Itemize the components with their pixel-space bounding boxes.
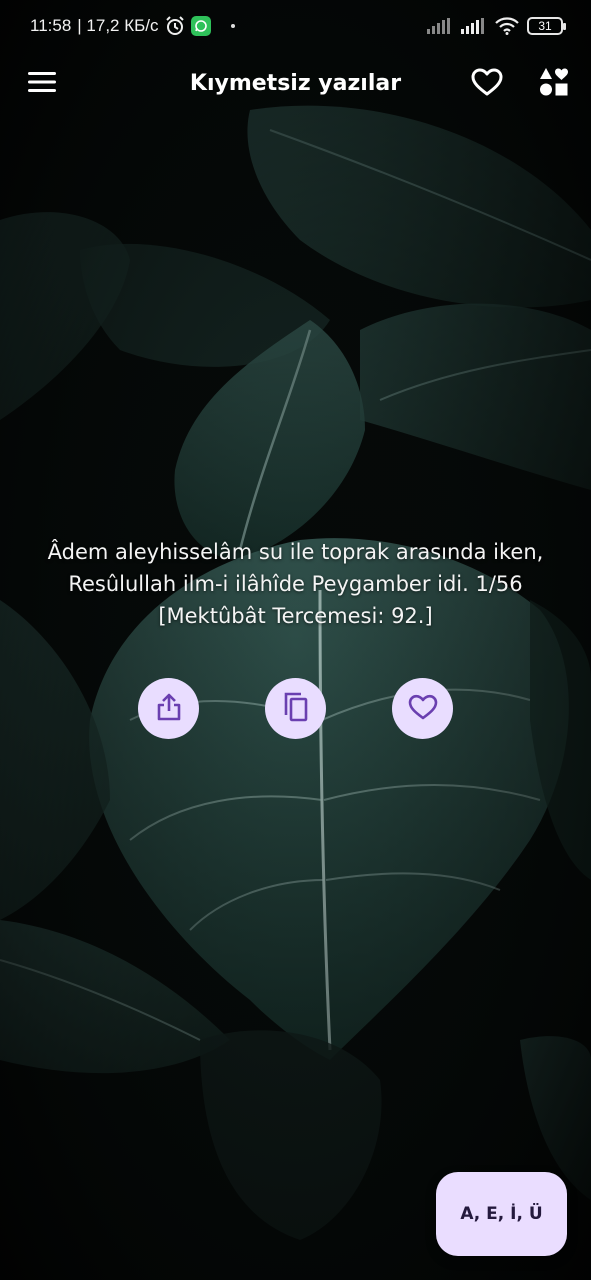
whatsapp-icon xyxy=(190,16,211,36)
heart-icon xyxy=(408,694,438,723)
background-leaves-image xyxy=(0,0,591,1280)
special-characters-button[interactable]: A, E, İ, Ü xyxy=(436,1172,567,1256)
quote-line-1: Âdem aleyhisselâm su ile toprak arasında… xyxy=(47,540,544,564)
favorite-quote-button[interactable] xyxy=(392,678,453,739)
share-button[interactable] xyxy=(138,678,199,739)
status-left: 11:58 | 17,2 КБ/с xyxy=(30,16,235,36)
cell-signal-icon xyxy=(427,18,453,34)
quote-text: Âdem aleyhisselâm su ile toprak arasında… xyxy=(20,536,571,632)
menu-button[interactable] xyxy=(28,71,58,96)
network-speed: | 17,2 КБ/с xyxy=(77,16,159,35)
alarm-icon xyxy=(165,16,185,36)
categories-button[interactable] xyxy=(539,67,569,100)
favorites-button[interactable] xyxy=(471,68,503,99)
notification-dot xyxy=(230,24,235,28)
quote-line-2: Resûlullah ilm-i ilâhîde Peygamber idi. … xyxy=(68,572,523,596)
status-bar: 11:58 | 17,2 КБ/с 31 xyxy=(0,0,591,52)
status-right: 31 xyxy=(427,17,566,35)
menu-icon xyxy=(28,71,58,96)
shapes-icon xyxy=(539,67,569,100)
copy-icon xyxy=(282,691,310,726)
status-time: 11:58 xyxy=(30,16,72,35)
quote-source: [Mektûbât Tercemesi: 92.] xyxy=(158,604,433,628)
copy-button[interactable] xyxy=(265,678,326,739)
heart-icon xyxy=(471,68,503,99)
wifi-icon xyxy=(495,17,519,35)
app-bar: Kıymetsiz yazılar xyxy=(0,52,591,114)
quote-actions xyxy=(0,678,591,739)
battery-level: 31 xyxy=(538,19,552,33)
cell-signal-icon xyxy=(461,18,487,34)
battery-icon: 31 xyxy=(527,17,566,35)
share-icon xyxy=(155,692,183,725)
